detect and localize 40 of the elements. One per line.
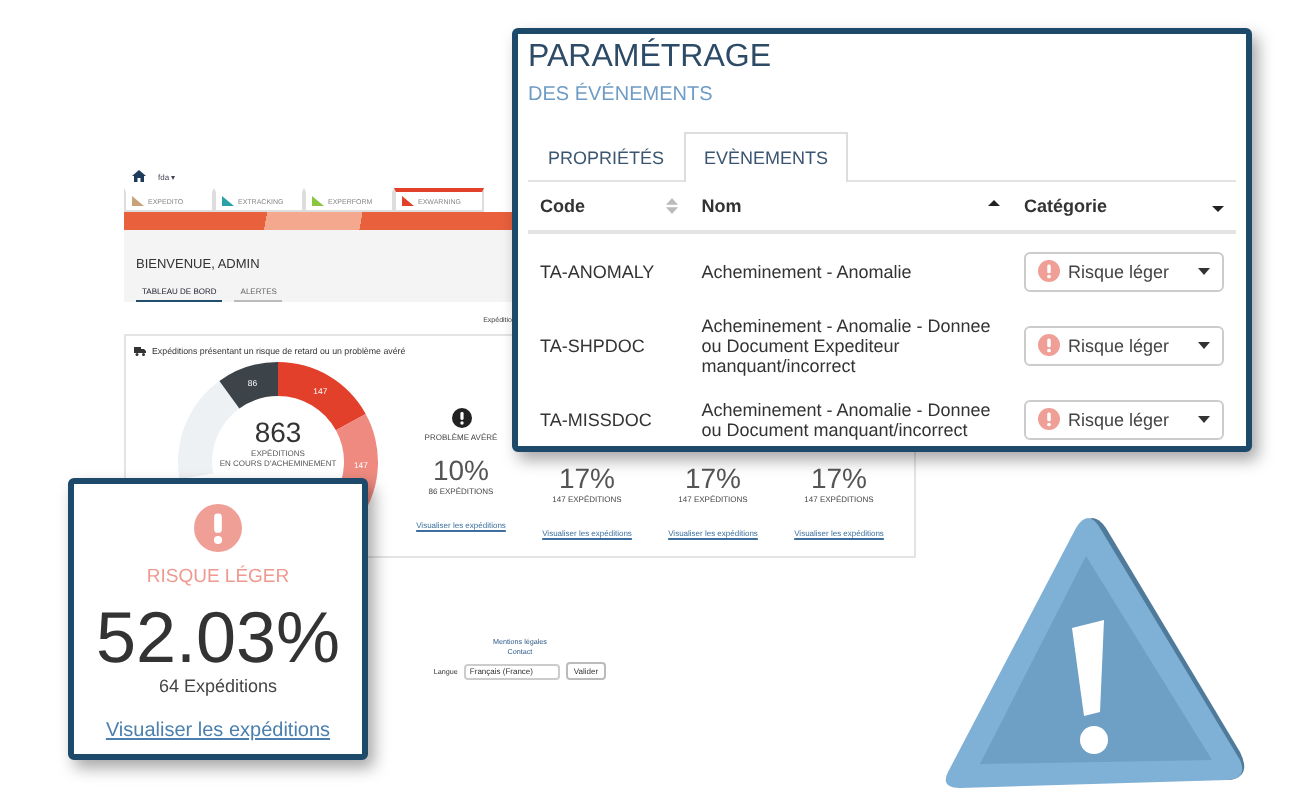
risk-label: RISQUE LÉGER [146, 566, 290, 588]
alert-icon [1038, 408, 1060, 430]
code-cell-text: TA-SHPDOC [538, 333, 647, 359]
caret-down-icon [1198, 415, 1210, 423]
risk-count: 64 Expéditions [158, 676, 278, 696]
caret-down-icon [1198, 267, 1210, 275]
logo-icon [132, 196, 144, 206]
stat-percent: 10% [432, 454, 490, 486]
category-select[interactable]: Risque léger [1024, 325, 1224, 365]
truck-icon [134, 346, 146, 356]
column-header[interactable]: Catégorie [1024, 196, 1108, 216]
alert-icon [1038, 260, 1060, 282]
column-header[interactable]: Code [540, 196, 585, 216]
view-link[interactable]: Visualiser les expéditions [105, 720, 331, 742]
stat-percent: 17% [684, 462, 742, 494]
name-cell-text: Acheminement - Anomalie - Donnee ou Document Expediteur manquant/incorrect [699, 313, 993, 380]
code-cell-text: TA-MISSDOC [538, 407, 654, 433]
caret-down-icon [1198, 341, 1210, 349]
card-subtitle: DES ÉVÉNEMENTS [528, 84, 713, 106]
logo-icon [402, 196, 414, 206]
alert-icon [1038, 334, 1060, 356]
alert-icon [194, 504, 242, 552]
risk-percent: 52.03% [95, 600, 341, 676]
category-select[interactable]: Risque léger [1024, 399, 1224, 439]
home-icon[interactable] [132, 170, 146, 182]
stat-percent: 17% [558, 462, 616, 494]
name-cell: Acheminement - Anomalie [689, 232, 1012, 308]
name-cell-text: Acheminement - Anomalie - Donnee ou Document manquant/incorrect [699, 397, 993, 444]
category-select[interactable]: Risque léger [1024, 251, 1224, 291]
card-title: PARAMÉTRAGE [528, 40, 771, 76]
logo-icon [222, 196, 234, 206]
logo-icon [312, 196, 324, 206]
tab[interactable]: EVÈNEMENTS [684, 132, 849, 182]
tab[interactable]: PROPRIÉTÉS [528, 132, 685, 180]
column-header[interactable]: Nom [701, 196, 742, 216]
stat-percent: 17% [810, 462, 868, 494]
alert-icon [451, 408, 471, 428]
code-cell: TA-ANOMALY [528, 232, 690, 308]
warning-icon [945, 518, 1245, 788]
total-count: 863 [254, 416, 302, 448]
